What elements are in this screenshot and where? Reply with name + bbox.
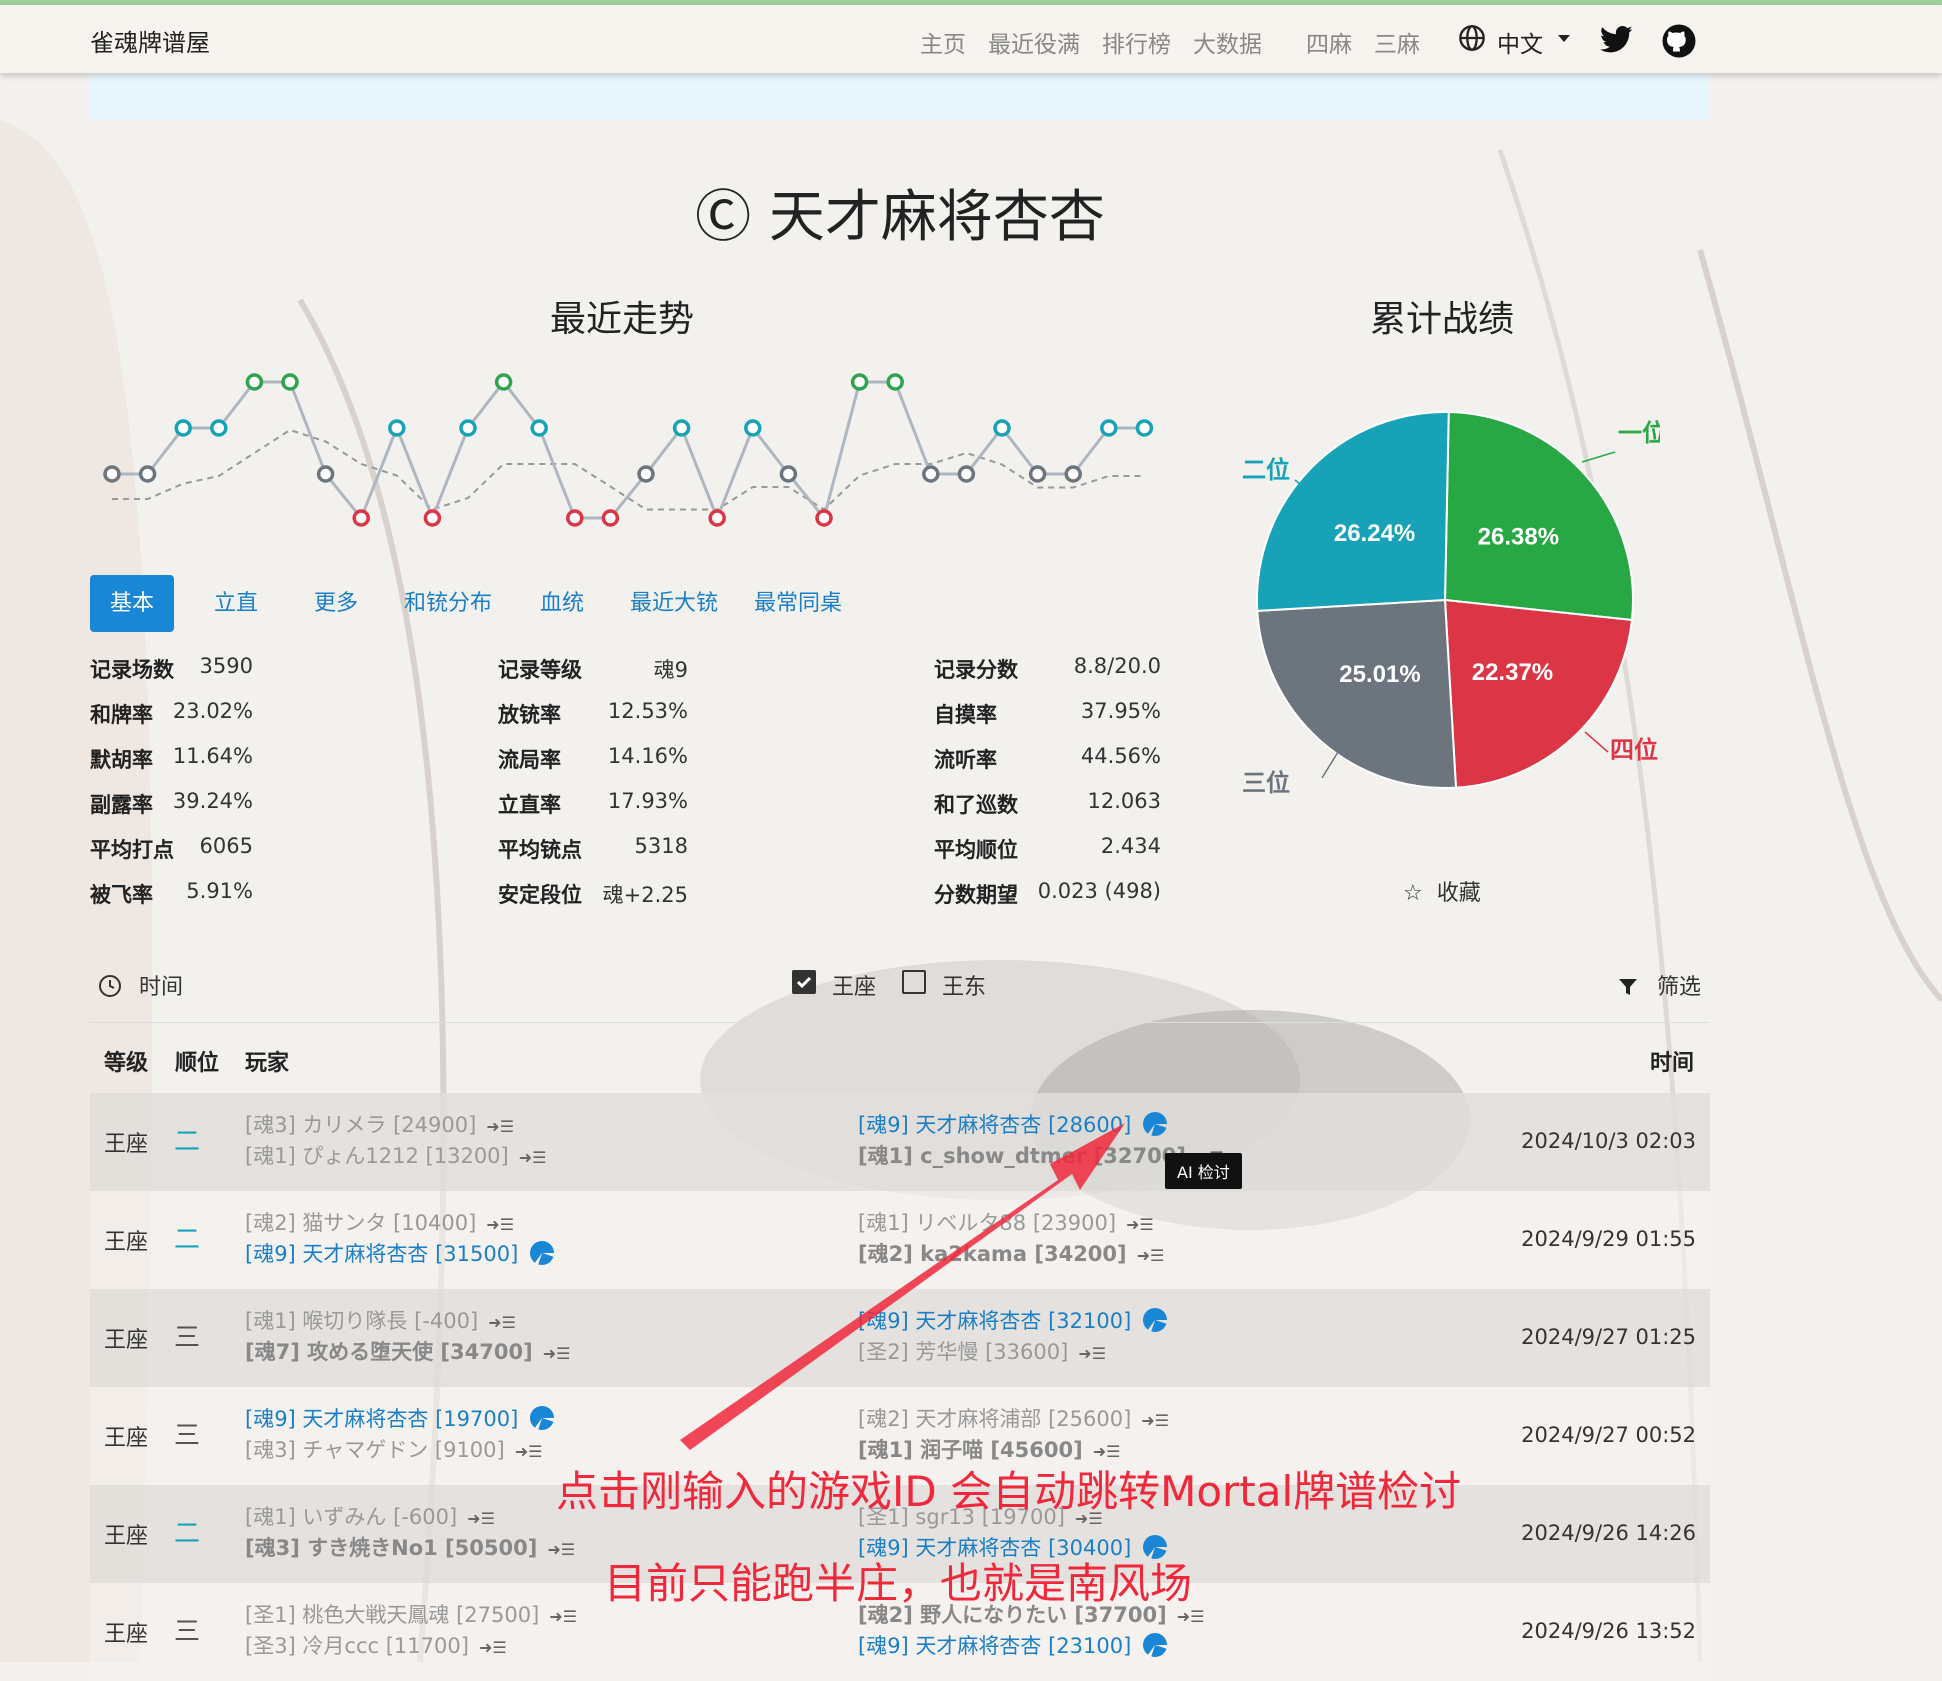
brand-logo[interactable]: 雀魂牌谱屋 (90, 23, 210, 58)
navbar: 雀魂牌谱屋 主页 最近役满 排行榜 大数据 四麻 三麻 中文 (0, 5, 1942, 73)
twitter-icon[interactable] (1600, 25, 1634, 55)
globe-icon[interactable] (1458, 24, 1486, 52)
github-icon[interactable] (1661, 23, 1697, 59)
language-selector[interactable]: 中文 (1497, 25, 1543, 59)
nav-4p-mode[interactable]: 四麻 (1306, 25, 1352, 59)
nav-big-data[interactable]: 大数据 (1193, 25, 1262, 59)
annotation-line-2: 目前只能跑半庄，也就是南风场 (604, 1559, 1193, 1608)
nav-home[interactable]: 主页 (920, 25, 966, 59)
nav-recent-yakuman[interactable]: 最近役满 (988, 25, 1080, 59)
annotation-arrow (680, 1123, 1125, 1450)
annotation-line-1: 点击刚输入的游戏ID 会自动跳转Mortal牌谱检讨 (556, 1467, 1462, 1516)
player-page: Ⓒ 天才麻将杏杏 最近走势 累计战绩 26.38% 一位 22.37% 四位 25.01… (0, 0, 1942, 1681)
chevron-down-icon[interactable] (1558, 35, 1570, 42)
nav-leaderboard[interactable]: 排行榜 (1102, 25, 1171, 59)
nav-3p-mode[interactable]: 三麻 (1374, 25, 1420, 59)
